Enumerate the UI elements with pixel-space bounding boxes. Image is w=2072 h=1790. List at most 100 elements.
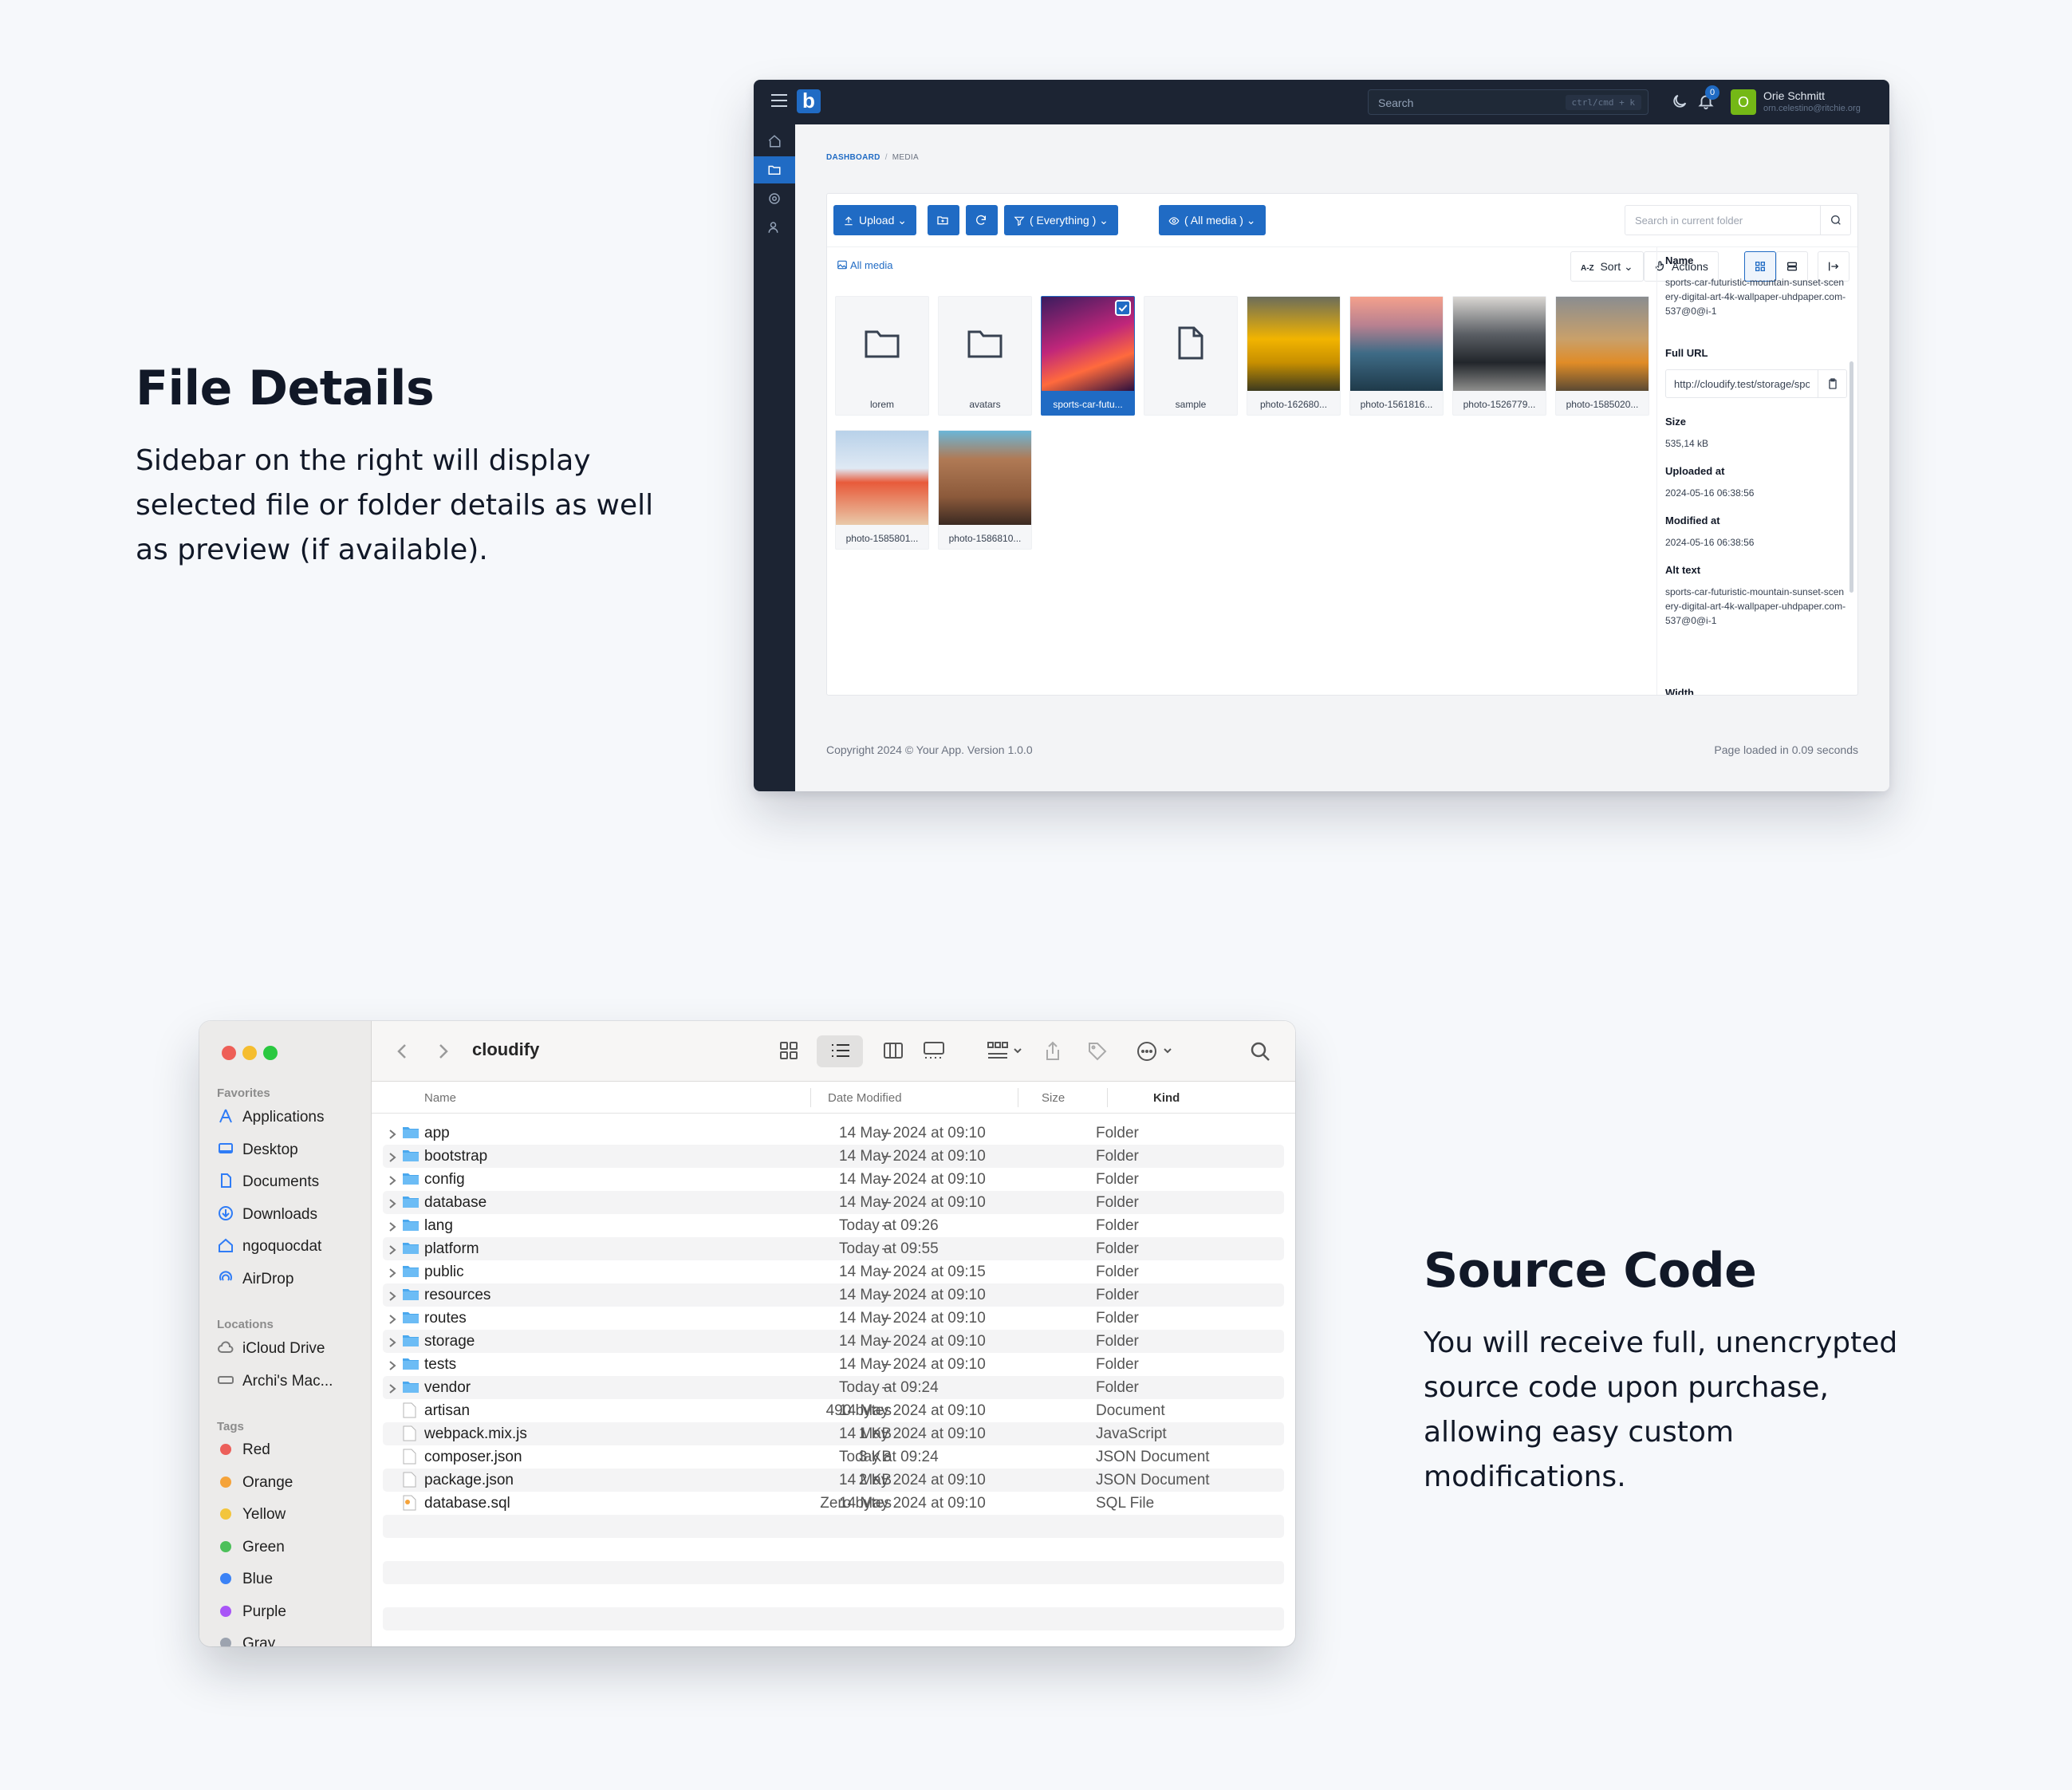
details-scrollbar[interactable] [1849, 361, 1853, 593]
disclosure-chevron-icon[interactable] [388, 1175, 397, 1186]
nav-item-home[interactable] [754, 128, 795, 155]
zoom-window-button[interactable] [263, 1046, 278, 1060]
media-item-image[interactable]: photo-1526779... [1452, 296, 1546, 416]
sidebar-tag-gray[interactable]: Gray [217, 1635, 275, 1646]
column-size[interactable]: Size [1042, 1091, 1065, 1105]
more-actions-icon[interactable] [1136, 1040, 1177, 1063]
table-row[interactable]: lang Today at 09:26 -- Folder [383, 1214, 1284, 1237]
disclosure-chevron-icon[interactable] [388, 1314, 397, 1325]
table-row[interactable]: app 14 May 2024 at 09:10 -- Folder [383, 1122, 1284, 1145]
breadcrumb-dashboard[interactable]: DASHBOARD [826, 153, 880, 162]
media-item-image[interactable]: photo-1561816... [1349, 296, 1444, 416]
sidebar-location-0[interactable]: iCloud Drive [217, 1339, 325, 1362]
sidebar-item-downloads[interactable]: Downloads [217, 1205, 317, 1228]
table-row[interactable]: bootstrap 14 May 2024 at 09:10 -- Folder [383, 1145, 1284, 1168]
disclosure-chevron-icon[interactable] [388, 1383, 397, 1394]
table-row[interactable]: config 14 May 2024 at 09:10 -- Folder [383, 1168, 1284, 1191]
table-row[interactable]: vendor Today at 09:24 -- Folder [383, 1376, 1284, 1399]
user-avatar[interactable]: O [1731, 89, 1756, 115]
disclosure-chevron-icon[interactable] [388, 1268, 397, 1279]
sidebar-item-applications[interactable]: Applications [217, 1107, 324, 1131]
table-row[interactable]: platform Today at 09:55 -- Folder [383, 1237, 1284, 1260]
filter-dropdown-button[interactable]: ( Everything ) ⌄ [1004, 205, 1118, 235]
media-manager-window: b Search ctrl/cmd + k 0 O Orie Schmitt o… [754, 80, 1889, 791]
forward-chevron-icon[interactable] [434, 1040, 451, 1063]
nav-item-settings[interactable] [754, 185, 795, 212]
table-row[interactable]: composer.json Today at 09:24 3 KB JSON Docu… [383, 1445, 1284, 1469]
table-row[interactable]: database.sql 14 May 2024 at 09:10 Zero byt… [383, 1492, 1284, 1515]
upload-button[interactable]: Upload ⌄ [833, 205, 916, 235]
disclosure-chevron-icon[interactable] [388, 1152, 397, 1163]
disclosure-chevron-icon[interactable] [388, 1291, 397, 1302]
folder-search-input[interactable]: Search in current folder [1625, 205, 1851, 235]
disclosure-chevron-icon[interactable] [388, 1360, 397, 1371]
disclosure-chevron-icon[interactable] [388, 1129, 397, 1140]
disclosure-chevron-icon[interactable] [388, 1198, 397, 1209]
dark-mode-moon-icon[interactable] [1671, 93, 1688, 110]
minimize-window-button[interactable] [242, 1046, 257, 1060]
search-icon[interactable] [1249, 1040, 1271, 1063]
media-item-image[interactable]: photo-1586810... [938, 430, 1032, 550]
media-item-image[interactable]: photo-1585801... [835, 430, 929, 550]
table-row[interactable]: public 14 May 2024 at 09:15 -- Folder [383, 1260, 1284, 1283]
nav-item-users[interactable] [754, 214, 795, 241]
sort-button[interactable]: A-Z Sort ⌄ [1570, 251, 1644, 282]
sidebar-tag-green[interactable]: Green [217, 1539, 285, 1563]
table-row[interactable]: package.json 14 May 2024 at 09:10 2 KB JSON… [383, 1469, 1284, 1492]
list-view-icon[interactable] [829, 1040, 852, 1061]
app-logo[interactable]: b [797, 89, 821, 113]
tag-icon[interactable] [1086, 1040, 1109, 1063]
sidebar-location-1[interactable]: Archi's Mac... [217, 1371, 333, 1395]
table-row[interactable]: artisan 14 May 2024 at 09:10 490 bytes Docu… [383, 1399, 1284, 1422]
share-icon[interactable] [1043, 1040, 1062, 1063]
global-search-input[interactable]: Search ctrl/cmd + k [1368, 89, 1649, 115]
sidebar-item-documents[interactable]: Documents [217, 1172, 319, 1196]
media-item-image[interactable]: photo-162680... [1247, 296, 1341, 416]
copy-url-button[interactable] [1818, 370, 1846, 397]
sidebar-item-label: Red [242, 1441, 270, 1458]
nav-item-media[interactable] [754, 156, 795, 183]
sidebar-item-desktop[interactable]: Desktop [217, 1140, 298, 1164]
disclosure-chevron-icon[interactable] [388, 1221, 397, 1232]
table-row[interactable]: storage 14 May 2024 at 09:10 -- Folder [383, 1330, 1284, 1353]
user-name[interactable]: Orie Schmitt [1763, 89, 1825, 102]
selected-checkmark-icon[interactable] [1115, 300, 1131, 316]
refresh-button[interactable] [966, 205, 998, 235]
column-date-modified[interactable]: Date Modified [828, 1091, 902, 1105]
sidebar-tag-purple[interactable]: Purple [217, 1603, 286, 1627]
disclosure-chevron-icon[interactable] [388, 1244, 397, 1256]
table-row[interactable]: webpack.mix.js 14 May 2024 at 09:10 1 KB Ja… [383, 1422, 1284, 1445]
sidebar-tag-yellow[interactable]: Yellow [217, 1506, 286, 1530]
all-media-link[interactable]: All media [837, 259, 892, 271]
column-kind[interactable]: Kind [1153, 1091, 1180, 1105]
gallery-view-icon[interactable] [922, 1040, 946, 1061]
detail-url-field[interactable]: http://cloudify.test/storage/sports-car [1665, 369, 1847, 398]
row-kind: Folder [1096, 1264, 1139, 1280]
folder-search-button[interactable] [1820, 206, 1850, 235]
table-row[interactable]: tests 14 May 2024 at 09:10 -- Folder [383, 1353, 1284, 1376]
sidebar-item-ngoquocdat[interactable]: ngoquocdat [217, 1236, 321, 1260]
sidebar-item-airdrop[interactable]: AirDrop [217, 1269, 293, 1293]
sidebar-tag-orange[interactable]: Orange [217, 1474, 293, 1498]
table-row[interactable]: routes 14 May 2024 at 09:10 -- Folder [383, 1307, 1284, 1330]
group-by-icon[interactable] [986, 1040, 1024, 1061]
column-name[interactable]: Name [424, 1091, 456, 1105]
hamburger-menu-icon[interactable] [771, 94, 787, 108]
media-item-folder[interactable]: lorem [835, 296, 929, 416]
table-row[interactable]: resources 14 May 2024 at 09:10 -- Folder [383, 1283, 1284, 1307]
back-chevron-icon[interactable] [394, 1040, 412, 1063]
table-row[interactable]: database 14 May 2024 at 09:10 -- Folder [383, 1191, 1284, 1214]
disclosure-chevron-icon[interactable] [388, 1337, 397, 1348]
sidebar-tag-blue[interactable]: Blue [217, 1571, 273, 1595]
media-item-folder[interactable]: avatars [938, 296, 1032, 416]
row-size: 3 KB [858, 1449, 892, 1465]
sidebar-tag-red[interactable]: Red [217, 1441, 270, 1465]
column-view-icon[interactable] [882, 1040, 904, 1061]
media-item-image[interactable]: photo-1585020... [1555, 296, 1649, 416]
visibility-dropdown-button[interactable]: ( All media ) ⌄ [1159, 205, 1266, 235]
close-window-button[interactable] [222, 1046, 236, 1060]
media-item-file[interactable]: sample [1144, 296, 1238, 416]
media-item-image[interactable]: sports-car-futu... [1041, 296, 1135, 416]
new-folder-button[interactable] [928, 205, 959, 235]
icon-view-icon[interactable] [778, 1040, 799, 1061]
